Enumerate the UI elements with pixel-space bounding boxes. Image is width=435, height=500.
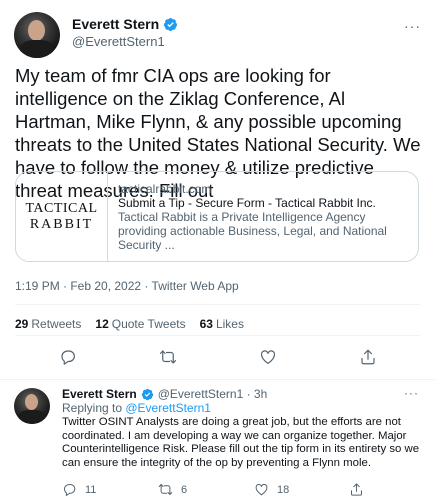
retweets-stat[interactable]: 29 Retweets bbox=[15, 317, 81, 331]
retweets-label: Retweets bbox=[31, 317, 82, 331]
reply-like-button[interactable]: 18 bbox=[254, 482, 289, 497]
reply-actions: 11 6 18 bbox=[0, 482, 435, 500]
card-logo-line2: RABBIT bbox=[29, 216, 94, 232]
reply-count: 11 bbox=[85, 483, 97, 496]
quotes-count: 12 bbox=[95, 317, 109, 331]
like-icon bbox=[260, 350, 276, 364]
reply-button[interactable] bbox=[57, 346, 79, 368]
divider bbox=[15, 335, 420, 336]
card-logo-line1: TACTICAL bbox=[25, 200, 98, 216]
reply-reply-button[interactable]: 11 bbox=[62, 482, 96, 497]
replying-prefix: Replying to bbox=[62, 401, 126, 415]
card-description: Tactical Rabbit is a Private Intelligenc… bbox=[118, 210, 387, 252]
reply-more-options-button[interactable]: ··· bbox=[404, 386, 419, 400]
verified-badge-icon bbox=[141, 388, 153, 400]
like-button[interactable] bbox=[257, 346, 279, 368]
like-count: 18 bbox=[277, 483, 290, 496]
reply-author-handle-time[interactable]: @EverettStern1 · 3h bbox=[158, 387, 268, 401]
card-title: Submit a Tip - Secure Form - Tactical Ra… bbox=[118, 196, 376, 210]
verified-badge-icon bbox=[164, 17, 178, 31]
retweet-icon bbox=[159, 350, 177, 364]
reply-retweet-button[interactable]: 6 bbox=[158, 482, 187, 497]
tweet-timestamp[interactable]: 1:19 PM · Feb 20, 2022 · Twitter Web App bbox=[15, 279, 239, 293]
replying-mention-link[interactable]: @EverettStern1 bbox=[125, 401, 211, 415]
retweet-button[interactable] bbox=[157, 346, 179, 368]
like-icon bbox=[255, 483, 268, 496]
author-handle[interactable]: @EverettStern1 bbox=[72, 34, 165, 49]
card-body: tacticalrabbit.com Submit a Tip - Secure… bbox=[108, 172, 418, 261]
reply-author-display-name[interactable]: Everett Stern bbox=[62, 387, 137, 401]
tweet-stats: 29 Retweets 12 Quote Tweets 63 Likes bbox=[15, 317, 244, 331]
avatar[interactable] bbox=[14, 12, 60, 58]
retweet-count: 6 bbox=[181, 483, 188, 496]
retweets-count: 29 bbox=[15, 317, 29, 331]
replying-to: Replying to @EverettStern1 bbox=[62, 401, 211, 415]
card-logo: TACTICAL RABBIT bbox=[16, 172, 108, 261]
divider bbox=[15, 304, 420, 305]
reply-text: Twitter OSINT Analysts are doing a great… bbox=[62, 416, 420, 470]
retweet-icon bbox=[158, 484, 173, 495]
author-display-name[interactable]: Everett Stern bbox=[72, 16, 159, 32]
reply-share-button[interactable] bbox=[349, 482, 364, 497]
share-icon bbox=[351, 483, 362, 496]
divider bbox=[0, 379, 435, 380]
reply-author-row: Everett Stern @EverettStern1 · 3h bbox=[62, 387, 267, 401]
card-domain: tacticalrabbit.com bbox=[118, 182, 212, 196]
reply-avatar[interactable] bbox=[14, 388, 50, 424]
tweet-actions bbox=[0, 346, 435, 370]
reply-icon bbox=[64, 484, 76, 496]
author-name-row: Everett Stern bbox=[72, 16, 178, 32]
likes-count: 63 bbox=[199, 317, 213, 331]
likes-stat[interactable]: 63 Likes bbox=[200, 317, 244, 331]
reply-icon bbox=[61, 350, 75, 365]
more-options-button[interactable]: ··· bbox=[404, 18, 421, 34]
link-card[interactable]: TACTICAL RABBIT tacticalrabbit.com Submi… bbox=[15, 171, 419, 262]
quotes-label: Quote Tweets bbox=[111, 317, 186, 331]
likes-label: Likes bbox=[215, 317, 244, 331]
quote-tweets-stat[interactable]: 12 Quote Tweets bbox=[95, 317, 185, 331]
share-icon bbox=[361, 349, 375, 365]
share-button[interactable] bbox=[357, 346, 379, 368]
